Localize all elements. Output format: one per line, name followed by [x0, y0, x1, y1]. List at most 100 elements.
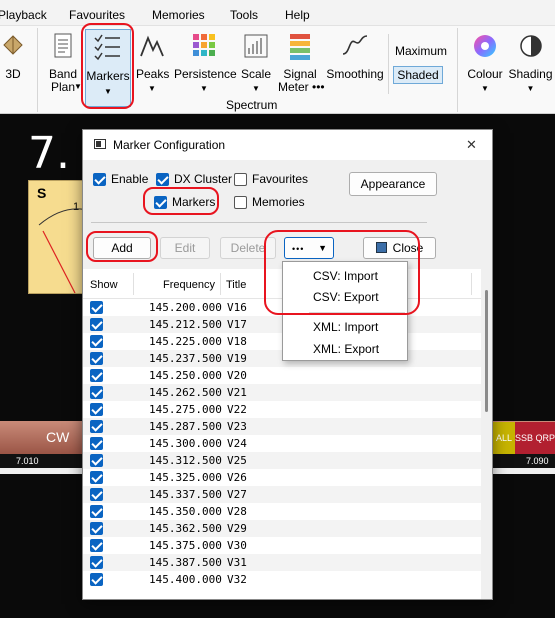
scrollbar-thumb[interactable]: [485, 290, 488, 412]
peaks-icon: [140, 35, 164, 57]
title-cell: V24: [227, 437, 247, 450]
table-row[interactable]: 145.312.500 V25: [83, 452, 481, 469]
colour-button[interactable]: Colour ▼: [464, 32, 506, 102]
memories-checkbox[interactable]: Memories: [234, 195, 305, 209]
menu-memories[interactable]: Memories: [152, 8, 205, 22]
menu-xml-import[interactable]: XML: Import: [313, 320, 378, 334]
title-cell: V26: [227, 471, 247, 484]
favourites-checkbox[interactable]: Favourites: [234, 172, 308, 186]
show-checkbox[interactable]: [90, 420, 103, 433]
table-row[interactable]: 145.275.000 V22: [83, 401, 481, 418]
edit-button[interactable]: Edit: [160, 237, 210, 259]
title-cell: V22: [227, 403, 247, 416]
shading-half-circle-icon: [519, 35, 542, 57]
menu-favourites[interactable]: Favourites: [69, 8, 125, 22]
frequency-cell: 145.350.000: [149, 505, 222, 518]
show-checkbox[interactable]: [90, 505, 103, 518]
enable-checkbox-box[interactable]: [93, 172, 106, 186]
table-row[interactable]: 145.250.000 V20: [83, 367, 481, 384]
markers-checkbox[interactable]: Markers: [154, 195, 215, 209]
show-checkbox[interactable]: [90, 471, 103, 484]
menu-help[interactable]: Help: [285, 8, 310, 22]
smoothing-curve-icon: [342, 35, 368, 55]
title-cell: V29: [227, 522, 247, 535]
peaks-button[interactable]: Peaks ▼: [136, 32, 169, 102]
show-checkbox[interactable]: [90, 301, 103, 314]
table-scrollbar[interactable]: [481, 290, 492, 599]
table-row[interactable]: 145.350.000 V28: [83, 503, 481, 520]
close-button[interactable]: Close: [363, 237, 436, 259]
save-disk-icon: [375, 242, 387, 253]
show-checkbox[interactable]: [90, 318, 103, 331]
smoothing-button[interactable]: Smoothing: [326, 32, 384, 102]
markers-button[interactable]: Markers ▼: [85, 29, 131, 107]
more-options-button[interactable]: ••• ▼: [284, 237, 334, 259]
table-row[interactable]: 145.262.500 V21: [83, 384, 481, 401]
show-checkbox[interactable]: [90, 369, 103, 382]
scale-left-value: 7.010: [16, 456, 39, 466]
menu-xml-export[interactable]: XML: Export: [313, 342, 379, 356]
table-row[interactable]: 145.325.000 V26: [83, 469, 481, 486]
dialog-title: Marker Configuration: [113, 138, 226, 152]
3d-icon: [3, 35, 23, 55]
title-cell: V31: [227, 556, 247, 569]
title-cell: V23: [227, 420, 247, 433]
appearance-button[interactable]: Appearance: [349, 172, 437, 196]
window-icon: [94, 139, 106, 149]
frequency-cell: 145.225.000: [149, 335, 222, 348]
table-row[interactable]: 145.287.500 V23: [83, 418, 481, 435]
frequency-cell: 145.212.500: [149, 318, 222, 331]
header-show[interactable]: Show: [90, 279, 118, 291]
show-checkbox[interactable]: [90, 335, 103, 348]
table-row[interactable]: 145.300.000 V24: [83, 435, 481, 452]
show-checkbox[interactable]: [90, 403, 103, 416]
table-row[interactable]: 145.375.000 V30: [83, 537, 481, 554]
dialog-titlebar[interactable]: Marker Configuration ✕: [83, 130, 492, 160]
show-checkbox[interactable]: [90, 556, 103, 569]
frequency-cell: 145.237.500: [149, 352, 222, 365]
title-cell: V17: [227, 318, 247, 331]
scale-button[interactable]: Scale ▼: [240, 32, 272, 102]
frequency-cell: 145.300.000: [149, 437, 222, 450]
table-row[interactable]: 145.337.500 V27: [83, 486, 481, 503]
show-checkbox[interactable]: [90, 573, 103, 586]
close-icon[interactable]: ✕: [466, 137, 477, 153]
menu-csv-import[interactable]: CSV: Import: [313, 269, 378, 283]
frequency-cell: 145.262.500: [149, 386, 222, 399]
dx-cluster-checkbox[interactable]: DX Cluster: [156, 172, 232, 186]
frequency-cell: 145.287.500: [149, 420, 222, 433]
show-checkbox[interactable]: [90, 386, 103, 399]
frequency-cell: 145.375.000: [149, 539, 222, 552]
header-title[interactable]: Title: [226, 279, 246, 291]
signal-meter-button[interactable]: Signal Meter •••: [278, 32, 325, 102]
table-row[interactable]: 145.400.000 V32: [83, 571, 481, 588]
menu-playback[interactable]: Playback: [0, 8, 47, 22]
title-cell: V16: [227, 301, 247, 314]
shading-button[interactable]: Shading ▼: [506, 32, 555, 102]
band-plan-dropdown-arrow[interactable]: ▼: [73, 80, 83, 93]
persistence-button[interactable]: Persistence ▼: [174, 32, 237, 102]
show-checkbox[interactable]: [90, 539, 103, 552]
table-row[interactable]: 145.362.500 V29: [83, 520, 481, 537]
add-button[interactable]: Add: [93, 237, 151, 259]
menu-csv-export[interactable]: CSV: Export: [313, 290, 379, 304]
markers-checklist-icon: [94, 34, 120, 61]
band-plan-icon: [54, 33, 72, 58]
show-checkbox[interactable]: [90, 352, 103, 365]
frequency-cell: 145.200.000: [149, 301, 222, 314]
table-row[interactable]: 145.387.500 V31: [83, 554, 481, 571]
shaded-button[interactable]: Shaded: [393, 66, 443, 84]
menu-tools[interactable]: Tools: [230, 8, 258, 22]
ribbon-toolbar: 3D Band Plan ▼ Markers ▼ Peaks ▼ Persist…: [0, 26, 555, 114]
show-checkbox[interactable]: [90, 437, 103, 450]
frequency-cell: 145.362.500: [149, 522, 222, 535]
frequency-cell: 145.312.500: [149, 454, 222, 467]
header-frequency[interactable]: Frequency: [163, 279, 215, 291]
frequency-cell: 145.337.500: [149, 488, 222, 501]
show-checkbox[interactable]: [90, 522, 103, 535]
enable-checkbox[interactable]: Enable: [93, 172, 148, 186]
delete-button[interactable]: Delete: [220, 237, 276, 259]
3d-button[interactable]: 3D: [0, 32, 26, 102]
show-checkbox[interactable]: [90, 488, 103, 501]
show-checkbox[interactable]: [90, 454, 103, 467]
